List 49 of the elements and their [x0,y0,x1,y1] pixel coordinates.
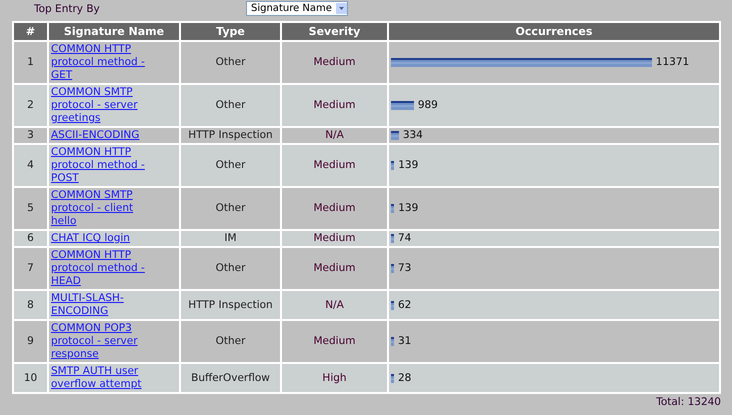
occurrence-count: 11371 [656,56,690,69]
severity-label: Medium [314,99,356,112]
occurrence-count: 334 [402,129,423,142]
severity-label: N/A [325,298,344,311]
rank-cell: 1 [13,41,48,84]
severity-label: Medium [314,232,356,244]
type-cell: Other [180,187,281,230]
severity-label: Medium [314,159,356,172]
rank-cell: 6 [13,230,48,247]
filter-label: Top Entry By [33,2,101,14]
type-cell: Other [180,144,281,187]
severity-label: Medium [314,262,356,274]
severity-label: Medium [314,202,356,214]
occurrence-count: 28 [398,372,412,384]
type-cell: Other [180,41,281,84]
total-label: Total: 13240 [655,395,721,408]
column-header: Severity [281,22,388,41]
type-cell: Other [180,84,281,127]
rank-cell: 10 [13,363,48,393]
type-cell: IM [180,230,281,247]
occurrence-count: 74 [398,232,412,245]
column-header: Signature Name [48,22,180,41]
occurrence-count: 73 [398,262,412,275]
type-cell: HTTP Inspection [180,127,281,144]
column-header: # [13,22,48,41]
column-header: Occurrences [388,22,720,41]
occurrence-count: 989 [418,99,438,112]
occurrence-count: 62 [398,298,412,312]
type-cell: Other [180,320,281,363]
occurrence-count: 139 [398,202,418,215]
severity-label: Medium [314,335,356,348]
rank-cell: 2 [13,84,48,127]
rank-cell: 7 [13,247,48,290]
column-header: Type [180,22,281,41]
rank-cell: 9 [13,320,48,363]
occurrence-count: 139 [398,159,418,172]
signature-select[interactable]: Signature Name [246,1,348,16]
rank-cell: 4 [13,144,48,187]
severity-label: High [322,372,347,384]
severity-label: Medium [314,56,356,68]
type-cell: Other [180,247,281,290]
type-cell: BufferOverflow [180,363,281,393]
occurrence-count: 31 [398,335,412,348]
severity-label: N/A [325,129,344,142]
type-cell: HTTP Inspection [180,290,281,320]
rank-cell: 3 [13,127,48,144]
caret-icon [336,3,347,14]
rank-cell: 5 [13,187,48,230]
rank-cell: 8 [13,290,48,320]
